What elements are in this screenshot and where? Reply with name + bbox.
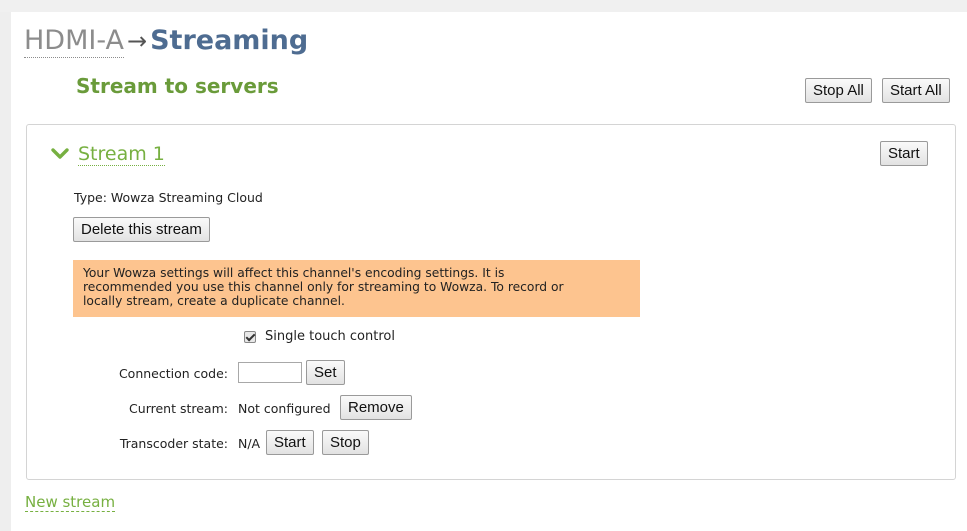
start-all-button[interactable]: Start All (882, 78, 950, 103)
single-touch-row: Single touch control (244, 329, 395, 344)
connection-code-label: Connection code: (118, 366, 228, 381)
transcoder-start-button[interactable]: Start (266, 430, 314, 455)
stop-all-button[interactable]: Stop All (805, 78, 872, 103)
stream-name-link[interactable]: Stream 1 (78, 143, 165, 166)
warning-line: recommended you use this channel only fo… (83, 280, 564, 294)
breadcrumb-parent-link[interactable]: HDMI-A (24, 25, 124, 58)
top-strip (0, 0, 967, 12)
delete-stream-button[interactable]: Delete this stream (73, 217, 210, 242)
transcoder-state-value: N/A (238, 436, 261, 451)
warning-message: Your Wowza settings will affect this cha… (73, 260, 640, 317)
current-stream-label: Current stream: (129, 401, 228, 416)
page-title: Streaming (150, 25, 309, 56)
breadcrumb-arrow: → (126, 27, 148, 55)
left-rail (0, 12, 11, 531)
single-touch-label: Single touch control (265, 329, 395, 344)
current-stream-value: Not configured (238, 401, 331, 416)
breadcrumb: HDMI-A → Streaming (24, 24, 308, 58)
section-title: Stream to servers (76, 74, 279, 98)
set-button[interactable]: Set (306, 360, 345, 385)
connection-code-input[interactable] (238, 362, 302, 383)
stream-type: Type: Wowza Streaming Cloud (74, 190, 263, 205)
remove-button[interactable]: Remove (340, 395, 412, 420)
warning-line: locally stream, create a duplicate chann… (83, 294, 345, 308)
warning-line: Your Wowza settings will affect this cha… (83, 266, 505, 280)
new-stream-link[interactable]: New stream (25, 493, 116, 512)
stream-start-button[interactable]: Start (880, 141, 928, 166)
transcoder-stop-button[interactable]: Stop (322, 430, 369, 455)
transcoder-state-label: Transcoder state: (119, 436, 228, 451)
stream-header[interactable]: Stream 1 (50, 142, 165, 166)
single-touch-checkbox[interactable] (244, 330, 256, 343)
chevron-down-icon[interactable] (50, 144, 70, 164)
